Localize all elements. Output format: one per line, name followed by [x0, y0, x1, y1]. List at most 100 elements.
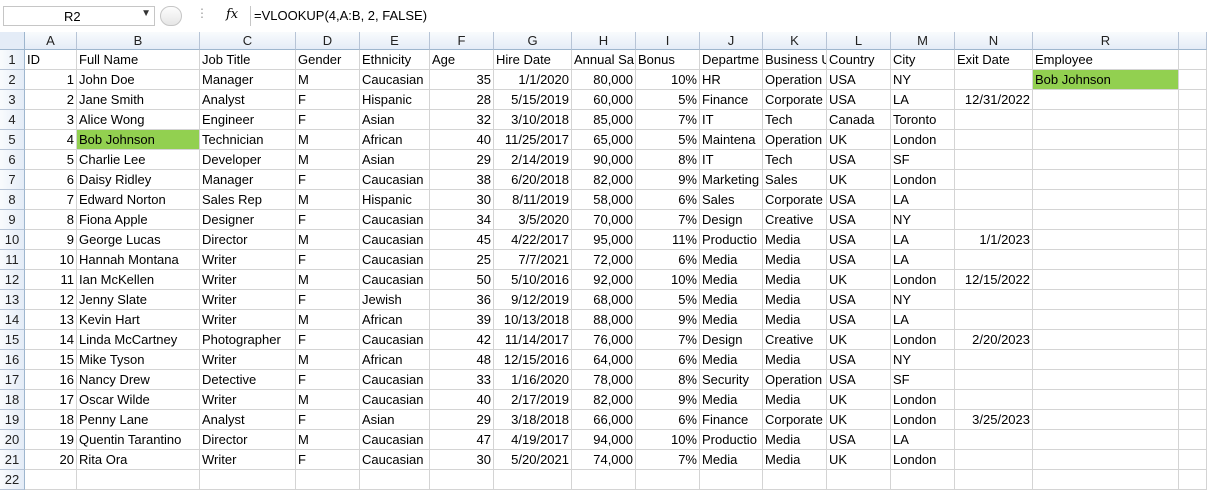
cell-i13[interactable]: 5% — [636, 290, 700, 310]
cell-d15[interactable]: F — [296, 330, 360, 350]
row-header[interactable]: 15 — [0, 330, 25, 350]
cell-k12[interactable]: Media — [763, 270, 827, 290]
cell-m5[interactable]: London — [891, 130, 955, 150]
cell-c15[interactable]: Photographer — [200, 330, 296, 350]
cell-m4[interactable]: Toronto — [891, 110, 955, 130]
cell-c21[interactable]: Writer — [200, 450, 296, 470]
cell-k4[interactable]: Tech — [763, 110, 827, 130]
cell-c19[interactable]: Analyst — [200, 410, 296, 430]
cell-g19[interactable]: 3/18/2018 — [494, 410, 572, 430]
cell-r10[interactable] — [1033, 230, 1179, 250]
cell-m18[interactable]: London — [891, 390, 955, 410]
cell-b20[interactable]: Quentin Tarantino — [77, 430, 200, 450]
cell-a9[interactable]: 8 — [25, 210, 77, 230]
cell-c14[interactable]: Writer — [200, 310, 296, 330]
cell-i19[interactable]: 6% — [636, 410, 700, 430]
cell-e22[interactable] — [360, 470, 430, 490]
cell-r22[interactable] — [1033, 470, 1179, 490]
cell-c17[interactable]: Detective — [200, 370, 296, 390]
cell-n4[interactable] — [955, 110, 1033, 130]
cell-b18[interactable]: Oscar Wilde — [77, 390, 200, 410]
cell-b9[interactable]: Fiona Apple — [77, 210, 200, 230]
cell-n14[interactable] — [955, 310, 1033, 330]
cell-i4[interactable]: 7% — [636, 110, 700, 130]
cell-r3[interactable] — [1033, 90, 1179, 110]
row-header[interactable]: 14 — [0, 310, 25, 330]
cell-j14[interactable]: Media — [700, 310, 763, 330]
cell-filler[interactable] — [1179, 110, 1207, 130]
row-header[interactable]: 21 — [0, 450, 25, 470]
cell-l12[interactable]: UK — [827, 270, 891, 290]
cell-e2[interactable]: Caucasian — [360, 70, 430, 90]
cell-c8[interactable]: Sales Rep — [200, 190, 296, 210]
cell-j3[interactable]: Finance — [700, 90, 763, 110]
cell-a2[interactable]: 1 — [25, 70, 77, 90]
cell-a16[interactable]: 15 — [25, 350, 77, 370]
cell-l4[interactable]: Canada — [827, 110, 891, 130]
cell-a7[interactable]: 6 — [25, 170, 77, 190]
cell-k22[interactable] — [763, 470, 827, 490]
cell-g8[interactable]: 8/11/2019 — [494, 190, 572, 210]
cell-l21[interactable]: UK — [827, 450, 891, 470]
cell-d17[interactable]: F — [296, 370, 360, 390]
cell-b15[interactable]: Linda McCartney — [77, 330, 200, 350]
cell-e13[interactable]: Jewish — [360, 290, 430, 310]
cell-n5[interactable] — [955, 130, 1033, 150]
cell-c4[interactable]: Engineer — [200, 110, 296, 130]
cell-c6[interactable]: Developer — [200, 150, 296, 170]
cell-k13[interactable]: Media — [763, 290, 827, 310]
cell-n15[interactable]: 2/20/2023 — [955, 330, 1033, 350]
cell-n6[interactable] — [955, 150, 1033, 170]
cell-h17[interactable]: 78,000 — [572, 370, 636, 390]
cell-h4[interactable]: 85,000 — [572, 110, 636, 130]
expand-icon[interactable] — [160, 6, 182, 26]
cell-r4[interactable] — [1033, 110, 1179, 130]
cell-f8[interactable]: 30 — [430, 190, 494, 210]
cell-g1[interactable]: Hire Date — [494, 50, 572, 70]
cell-a17[interactable]: 16 — [25, 370, 77, 390]
cell-g9[interactable]: 3/5/2020 — [494, 210, 572, 230]
cell-a8[interactable]: 7 — [25, 190, 77, 210]
cell-h18[interactable]: 82,000 — [572, 390, 636, 410]
cell-i9[interactable]: 7% — [636, 210, 700, 230]
cell-filler[interactable] — [1179, 150, 1207, 170]
cell-d13[interactable]: F — [296, 290, 360, 310]
row-header[interactable]: 13 — [0, 290, 25, 310]
cell-e5[interactable]: African — [360, 130, 430, 150]
cell-f21[interactable]: 30 — [430, 450, 494, 470]
cell-h11[interactable]: 72,000 — [572, 250, 636, 270]
row-header[interactable]: 4 — [0, 110, 25, 130]
cell-f13[interactable]: 36 — [430, 290, 494, 310]
cell-i7[interactable]: 9% — [636, 170, 700, 190]
cell-filler[interactable] — [1179, 390, 1207, 410]
cell-f12[interactable]: 50 — [430, 270, 494, 290]
cell-h6[interactable]: 90,000 — [572, 150, 636, 170]
cell-k1[interactable]: Business U — [763, 50, 827, 70]
cell-j5[interactable]: Maintena — [700, 130, 763, 150]
cell-g21[interactable]: 5/20/2021 — [494, 450, 572, 470]
cell-d18[interactable]: M — [296, 390, 360, 410]
cell-h2[interactable]: 80,000 — [572, 70, 636, 90]
cell-k21[interactable]: Media — [763, 450, 827, 470]
cell-e18[interactable]: Caucasian — [360, 390, 430, 410]
cell-e9[interactable]: Caucasian — [360, 210, 430, 230]
cell-m8[interactable]: LA — [891, 190, 955, 210]
cell-l16[interactable]: USA — [827, 350, 891, 370]
cell-filler[interactable] — [1179, 230, 1207, 250]
cell-e4[interactable]: Asian — [360, 110, 430, 130]
cell-l17[interactable]: USA — [827, 370, 891, 390]
cell-j4[interactable]: IT — [700, 110, 763, 130]
cell-d4[interactable]: F — [296, 110, 360, 130]
cell-c13[interactable]: Writer — [200, 290, 296, 310]
chevron-down-icon[interactable]: ▼ — [141, 8, 151, 19]
cell-f19[interactable]: 29 — [430, 410, 494, 430]
cell-c5[interactable]: Technician — [200, 130, 296, 150]
cell-a5[interactable]: 4 — [25, 130, 77, 150]
cell-r1[interactable]: Employee — [1033, 50, 1179, 70]
cell-m15[interactable]: London — [891, 330, 955, 350]
cell-r17[interactable] — [1033, 370, 1179, 390]
cell-k16[interactable]: Media — [763, 350, 827, 370]
cell-h20[interactable]: 94,000 — [572, 430, 636, 450]
cell-b4[interactable]: Alice Wong — [77, 110, 200, 130]
row-header[interactable]: 19 — [0, 410, 25, 430]
